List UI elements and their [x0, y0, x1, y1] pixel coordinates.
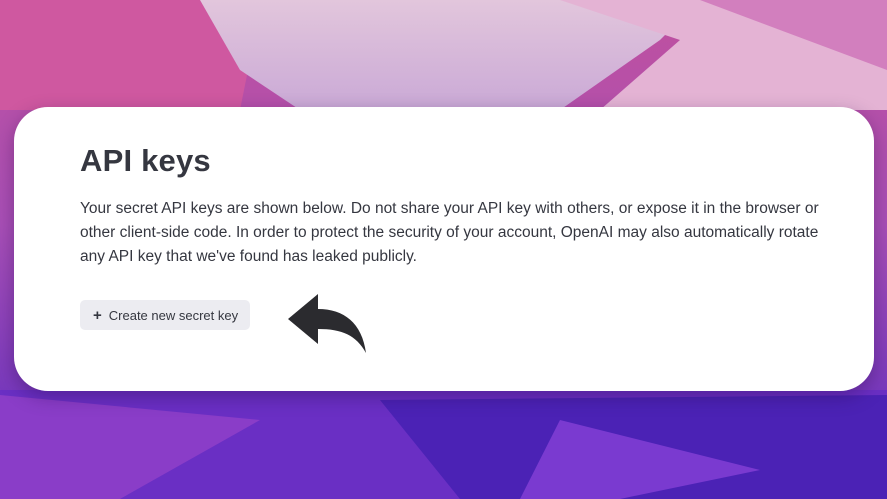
create-button-label: Create new secret key [108, 307, 239, 323]
curved-arrow-icon [288, 294, 366, 353]
api-keys-description: Your secret API keys are shown below. Do… [80, 200, 819, 265]
create-new-secret-key-button[interactable]: + Create new secret key [80, 300, 251, 330]
page-title: API keys [80, 143, 211, 178]
plus-icon: + [93, 306, 102, 324]
api-keys-card: API keys Your secret API keys are shown … [14, 107, 874, 391]
